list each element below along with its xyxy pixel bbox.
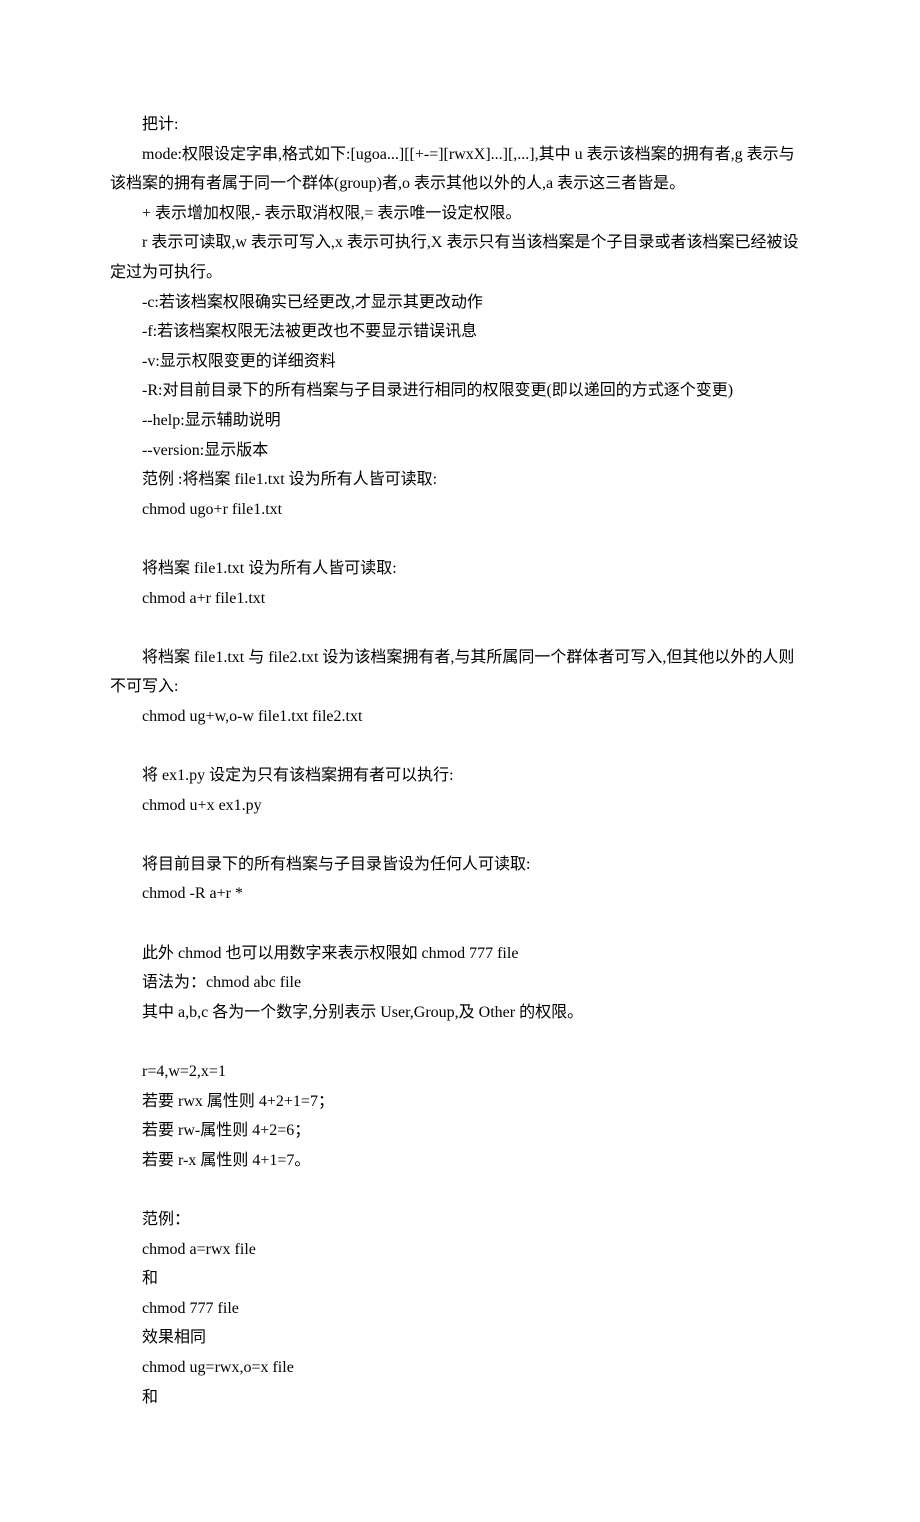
document-body: 把计:mode:权限设定字串,格式如下:[ugoa...][[+-=][rwxX… — [110, 110, 810, 1412]
text-line: chmod -R a+r * — [110, 879, 810, 909]
text-line: 将目前目录下的所有档案与子目录皆设为任何人可读取: — [110, 850, 810, 880]
text-line: 效果相同 — [110, 1323, 810, 1353]
text-line: r=4,w=2,x=1 — [110, 1057, 810, 1087]
text-line: 范例： — [110, 1205, 810, 1235]
text-line: 语法为：chmod abc file — [110, 968, 810, 998]
text-line: 将 ex1.py 设定为只有该档案拥有者可以执行: — [110, 761, 810, 791]
blank-line — [110, 1027, 810, 1057]
text-line: 范例 :将档案 file1.txt 设为所有人皆可读取: — [110, 465, 810, 495]
text-line: --version:显示版本 — [110, 436, 810, 466]
text-line: chmod a+r file1.txt — [110, 584, 810, 614]
text-line: -v:显示权限变更的详细资料 — [110, 347, 810, 377]
blank-line — [110, 909, 810, 939]
text-line: -R:对目前目录下的所有档案与子目录进行相同的权限变更(即以递回的方式逐个变更) — [110, 376, 810, 406]
blank-line — [110, 731, 810, 761]
text-line: 若要 rw-属性则 4+2=6； — [110, 1116, 810, 1146]
text-line: --help:显示辅助说明 — [110, 406, 810, 436]
text-line: 若要 r-x 属性则 4+1=7。 — [110, 1146, 810, 1176]
blank-line — [110, 524, 810, 554]
text-line: chmod u+x ex1.py — [110, 791, 810, 821]
text-line: mode:权限设定字串,格式如下:[ugoa...][[+-=][rwxX]..… — [110, 140, 810, 199]
text-line: 其中 a,b,c 各为一个数字,分别表示 User,Group,及 Other … — [110, 998, 810, 1028]
text-line: chmod a=rwx file — [110, 1235, 810, 1265]
text-line: 若要 rwx 属性则 4+2+1=7； — [110, 1087, 810, 1117]
text-line: + 表示增加权限,- 表示取消权限,= 表示唯一设定权限。 — [110, 199, 810, 229]
text-line: chmod 777 file — [110, 1294, 810, 1324]
blank-line — [110, 1175, 810, 1205]
text-line: -f:若该档案权限无法被更改也不要显示错误讯息 — [110, 317, 810, 347]
blank-line — [110, 820, 810, 850]
text-line: chmod ugo+r file1.txt — [110, 495, 810, 525]
text-line: -c:若该档案权限确实已经更改,才显示其更改动作 — [110, 288, 810, 318]
text-line: 此外 chmod 也可以用数字来表示权限如 chmod 777 file — [110, 939, 810, 969]
text-line: chmod ug+w,o-w file1.txt file2.txt — [110, 702, 810, 732]
text-line: 把计: — [110, 110, 810, 140]
text-line: r 表示可读取,w 表示可写入,x 表示可执行,X 表示只有当该档案是个子目录或… — [110, 228, 810, 287]
text-line: 和 — [110, 1264, 810, 1294]
text-line: 将档案 file1.txt 设为所有人皆可读取: — [110, 554, 810, 584]
text-line: 和 — [110, 1383, 810, 1413]
blank-line — [110, 613, 810, 643]
text-line: 将档案 file1.txt 与 file2.txt 设为该档案拥有者,与其所属同… — [110, 643, 810, 702]
text-line: chmod ug=rwx,o=x file — [110, 1353, 810, 1383]
